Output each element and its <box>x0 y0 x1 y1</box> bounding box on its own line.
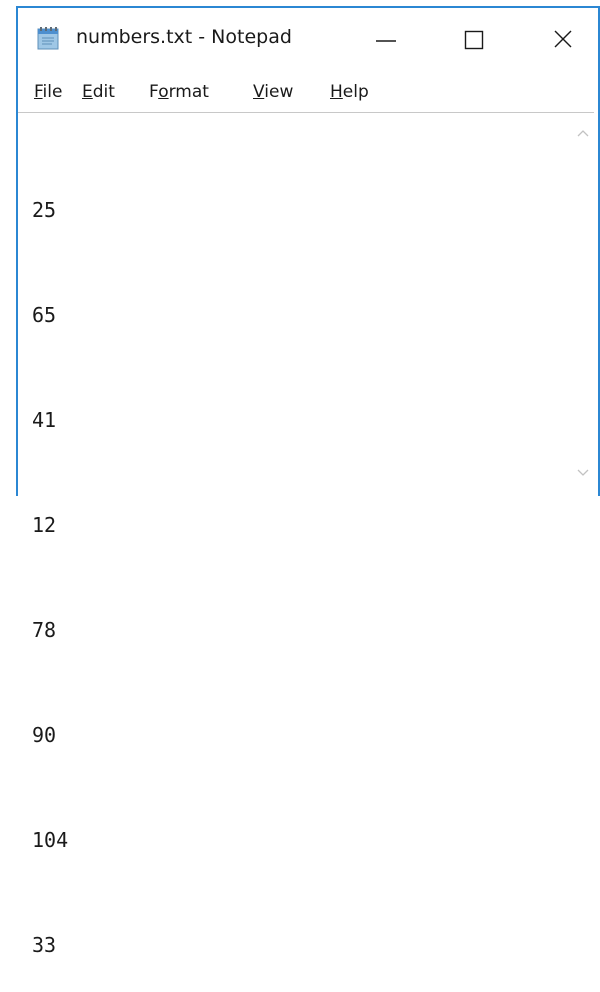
text-line: 65 <box>32 303 57 327</box>
menu-edit-rest: dit <box>92 82 115 102</box>
vertical-scrollbar[interactable] <box>572 113 594 499</box>
menu-format-pre: F <box>149 82 159 102</box>
text-line: 104 <box>32 828 69 852</box>
close-button[interactable] <box>528 16 598 62</box>
minimize-button[interactable] <box>350 16 420 62</box>
menu-bar: File Edit Format View Help <box>18 72 598 112</box>
menu-format-mnemonic: o <box>158 82 169 102</box>
menu-file[interactable]: File <box>34 82 62 102</box>
text-line: 25 <box>32 198 57 222</box>
text-line: 90 <box>32 723 57 747</box>
menu-file-mnemonic: F <box>34 82 43 102</box>
text-line: 33 <box>32 933 57 957</box>
menu-file-rest: ile <box>42 82 63 102</box>
menu-edit-mnemonic: E <box>82 82 93 102</box>
menu-help[interactable]: Help <box>330 82 369 102</box>
menu-view-rest: iew <box>264 82 294 102</box>
title-bar[interactable]: numbers.txt - Notepad <box>18 8 598 68</box>
notepad-app-icon[interactable] <box>36 26 62 52</box>
text-editor[interactable]: 25 65 41 12 78 90 104 33 <box>18 112 594 957</box>
scroll-down-arrow-icon[interactable] <box>576 463 590 482</box>
maximize-button[interactable] <box>440 16 510 62</box>
notepad-window: numbers.txt - Notepad File Edit Format V… <box>16 6 600 957</box>
editor-content[interactable]: 25 65 41 12 78 90 104 33 <box>32 123 104 992</box>
menu-format-rest: rmat <box>168 82 209 102</box>
text-line: 78 <box>32 618 57 642</box>
menu-view-mnemonic: V <box>253 82 265 102</box>
scroll-up-arrow-icon[interactable] <box>576 123 590 142</box>
menu-help-mnemonic: H <box>330 82 343 102</box>
window-title: numbers.txt - Notepad <box>76 26 292 48</box>
menu-help-rest: elp <box>342 82 369 102</box>
text-line: 12 <box>32 513 57 537</box>
text-line: 41 <box>32 408 57 432</box>
menu-edit[interactable]: Edit <box>82 82 115 102</box>
menu-format[interactable]: Format <box>149 82 209 102</box>
menu-view[interactable]: View <box>253 82 293 102</box>
